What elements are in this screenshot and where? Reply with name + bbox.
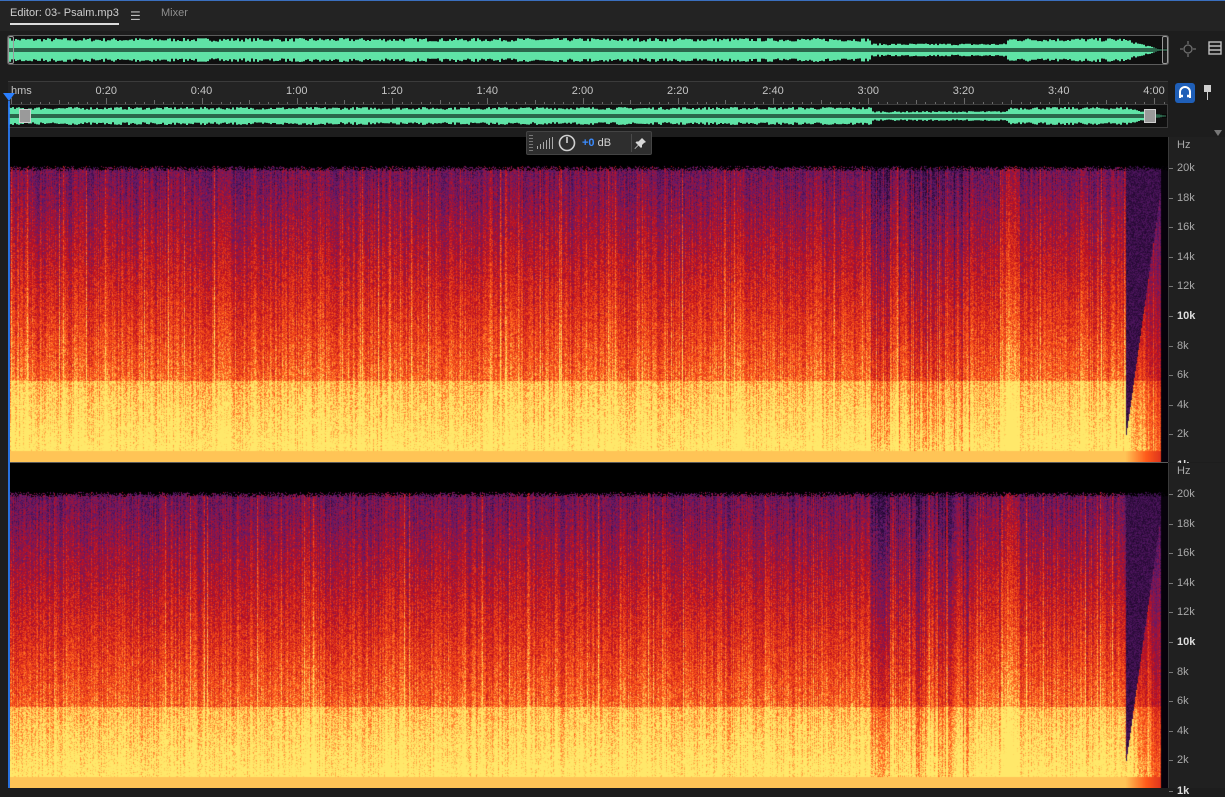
navigator-waveform-graphic <box>9 107 1167 125</box>
overview-range-start-handle[interactable] <box>8 36 14 64</box>
frequency-tick <box>1169 671 1173 673</box>
timeline-tick-label: 1:20 <box>381 85 403 97</box>
frequency-tick <box>1169 730 1173 732</box>
frequency-tick <box>1169 316 1173 317</box>
frequency-label: 14k <box>1177 576 1195 589</box>
frequency-tick <box>1169 345 1173 347</box>
volume-unit: dB <box>594 137 612 149</box>
frequency-label: 18k <box>1177 191 1195 204</box>
frequency-tick <box>1169 642 1173 643</box>
spectrogram-canvas <box>10 137 1168 462</box>
frequency-label: 12k <box>1177 606 1195 619</box>
volume-value[interactable]: +0 dB <box>582 137 611 149</box>
frequency-tick <box>1169 760 1173 762</box>
frequency-label: 6k <box>1177 369 1189 382</box>
frequency-label: 16k <box>1177 547 1195 560</box>
overview-range-end-handle[interactable] <box>1162 36 1168 64</box>
frequency-unit-label: Hz <box>1177 465 1191 477</box>
spectral-display-channel-left[interactable] <box>10 137 1168 462</box>
timeline-tick-label: 2:00 <box>571 85 594 97</box>
frequency-unit-label: Hz <box>1177 139 1191 151</box>
timeline-tick-label: 2:20 <box>667 85 689 97</box>
frequency-label: 1k <box>1177 785 1190 797</box>
frequency-tick <box>1169 494 1173 495</box>
frequency-label: 8k <box>1177 339 1189 352</box>
overview-waveform[interactable] <box>7 35 1169 65</box>
frequency-scale-right[interactable]: Hz 20k 18k 16k 14k 12k 10k 8k 6k 4k 2k 1k <box>1168 463 1225 797</box>
frequency-label: 18k <box>1177 517 1195 530</box>
timeline-tick-label: 0:20 <box>95 85 117 97</box>
overview-waveform-graphic <box>8 38 1168 62</box>
frequency-tick <box>1169 286 1173 288</box>
frequency-label: 12k <box>1177 280 1195 293</box>
timeline-ruler[interactable]: hms 0:20 0:40 1:00 1:20 1:40 2:00 2:20 2:40 3:00… <box>8 81 1168 104</box>
playhead-marker[interactable] <box>3 93 15 101</box>
frequency-tick <box>1169 375 1173 377</box>
panel-tab-bar: Editor: 03- Psalm.mp3 ☰ Mixer <box>0 0 1225 31</box>
chevron-down-icon[interactable] <box>1214 127 1222 136</box>
spectrogram-canvas <box>10 463 1168 788</box>
frequency-tick <box>1169 197 1173 199</box>
timeline-tick-label: 3:40 <box>1048 85 1070 97</box>
timeline-tick-label: 3:20 <box>952 85 975 97</box>
zoom-to-fit-icon[interactable] <box>1178 39 1198 59</box>
timeline-tick-label: 1:00 <box>286 85 308 97</box>
frequency-scale-left[interactable]: Hz20k18k16k14k12k10k8k6k4k2k1k <box>1168 137 1225 471</box>
frequency-tick <box>1169 227 1173 229</box>
tab-editor[interactable]: Editor: 03- Psalm.mp3 <box>10 7 119 25</box>
frequency-tick <box>1169 553 1173 555</box>
frequency-tick <box>1169 168 1173 169</box>
frequency-label: 20k <box>1177 488 1195 500</box>
timeline-tick-label: 0:40 <box>190 85 213 97</box>
frequency-label: 16k <box>1177 221 1195 234</box>
volume-number: +0 <box>582 137 595 149</box>
hud-drag-grip[interactable] <box>529 135 533 151</box>
frequency-label: 2k <box>1177 428 1189 441</box>
frequency-tick <box>1169 523 1173 525</box>
frequency-label: 4k <box>1177 724 1189 737</box>
level-meter-icon <box>537 137 553 149</box>
frequency-tick <box>1169 791 1173 793</box>
tab-menu-icon[interactable]: ☰ <box>130 9 141 23</box>
timeline-tick-label: 2:40 <box>762 85 784 97</box>
volume-hud[interactable]: +0 dB <box>526 131 652 155</box>
snap-magnet-icon[interactable] <box>1175 83 1195 103</box>
zoom-navigator[interactable] <box>8 104 1168 128</box>
frequency-label: 10k <box>1177 310 1196 322</box>
panel-menu-icon[interactable] <box>1208 40 1222 56</box>
frequency-label: 20k <box>1177 162 1195 174</box>
frequency-label: 8k <box>1177 665 1189 678</box>
frequency-tick <box>1169 701 1173 703</box>
pin-icon[interactable] <box>631 134 648 152</box>
navigator-right-handle[interactable] <box>1144 109 1156 123</box>
frequency-tick <box>1169 256 1173 258</box>
frequency-tick <box>1169 612 1173 614</box>
marker-pin-icon[interactable] <box>1200 83 1214 103</box>
frequency-label: 4k <box>1177 398 1189 411</box>
frequency-tick <box>1169 434 1173 436</box>
frequency-tick <box>1169 404 1173 406</box>
navigator-left-handle[interactable] <box>19 109 31 123</box>
frequency-label: 14k <box>1177 250 1195 263</box>
volume-knob-icon[interactable] <box>558 134 576 152</box>
frequency-tick <box>1169 582 1173 584</box>
timeline-tick-label: 4:00 <box>1143 85 1165 97</box>
timeline-tick-label: 3:00 <box>857 85 879 97</box>
frequency-label: 2k <box>1177 754 1189 767</box>
spectral-display-channel-right[interactable] <box>10 463 1168 788</box>
timeline-tick-label: 1:40 <box>476 85 498 97</box>
frequency-label: 6k <box>1177 695 1189 708</box>
tab-mixer[interactable]: Mixer <box>161 7 188 19</box>
playhead-line[interactable] <box>8 101 10 788</box>
frequency-label: 10k <box>1177 636 1196 648</box>
